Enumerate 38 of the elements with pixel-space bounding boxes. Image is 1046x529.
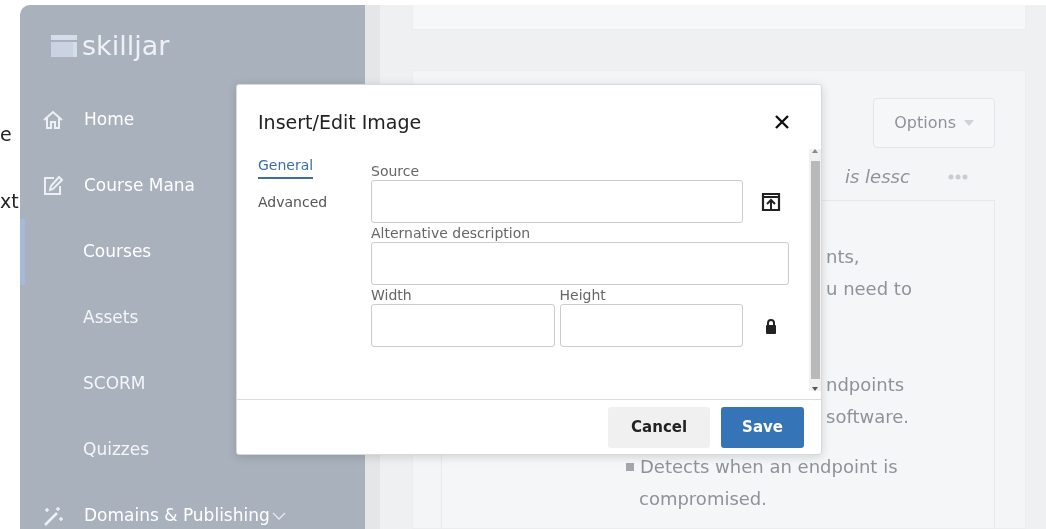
input-field[interactable] bbox=[371, 242, 789, 285]
home-icon bbox=[42, 110, 64, 130]
text-fragment: e bbox=[0, 122, 13, 147]
wand-icon bbox=[42, 505, 64, 527]
close-icon[interactable] bbox=[775, 115, 789, 129]
save-button[interactable]: Save bbox=[721, 406, 804, 448]
field-label: Source bbox=[371, 162, 421, 180]
text-line: Detects when an endpoint is bbox=[640, 455, 898, 479]
field-label: Height bbox=[559, 286, 607, 304]
upload-icon[interactable] bbox=[761, 191, 781, 212]
options-button[interactable]: Options bbox=[873, 98, 995, 148]
text-fragment: xt bbox=[0, 188, 20, 214]
text-line: nts, bbox=[826, 246, 860, 267]
input-field[interactable] bbox=[371, 180, 743, 223]
scroll-down-icon[interactable] bbox=[812, 387, 818, 391]
logo-text: skilljar bbox=[82, 28, 170, 63]
text-line: compromised. bbox=[639, 488, 768, 509]
field-label: Alternative description bbox=[371, 224, 532, 242]
input-field[interactable] bbox=[559, 304, 743, 347]
scroll-thumb[interactable] bbox=[810, 161, 820, 379]
edit-icon bbox=[42, 175, 64, 197]
text-line: ndpoints bbox=[826, 374, 905, 395]
logo-icon bbox=[50, 33, 78, 59]
more-icon[interactable] bbox=[947, 173, 968, 180]
bullet-icon bbox=[626, 463, 634, 471]
field-label: Width bbox=[371, 286, 413, 304]
tab[interactable]: General bbox=[258, 155, 314, 179]
text-line: software. bbox=[826, 406, 910, 427]
sidebar-item[interactable]: Domains & Publishing bbox=[20, 483, 365, 529]
cancel-button[interactable]: Cancel bbox=[608, 406, 711, 448]
lesson-title: is lessc bbox=[845, 165, 910, 189]
caret-icon bbox=[964, 120, 974, 126]
lock-icon[interactable] bbox=[765, 317, 777, 334]
scroll-up-icon[interactable] bbox=[812, 149, 818, 153]
text-line: u need to bbox=[826, 278, 912, 299]
dialog-title: Insert/Edit Image bbox=[258, 109, 422, 135]
input-field[interactable] bbox=[371, 304, 555, 347]
tab[interactable]: Advanced bbox=[258, 192, 328, 216]
